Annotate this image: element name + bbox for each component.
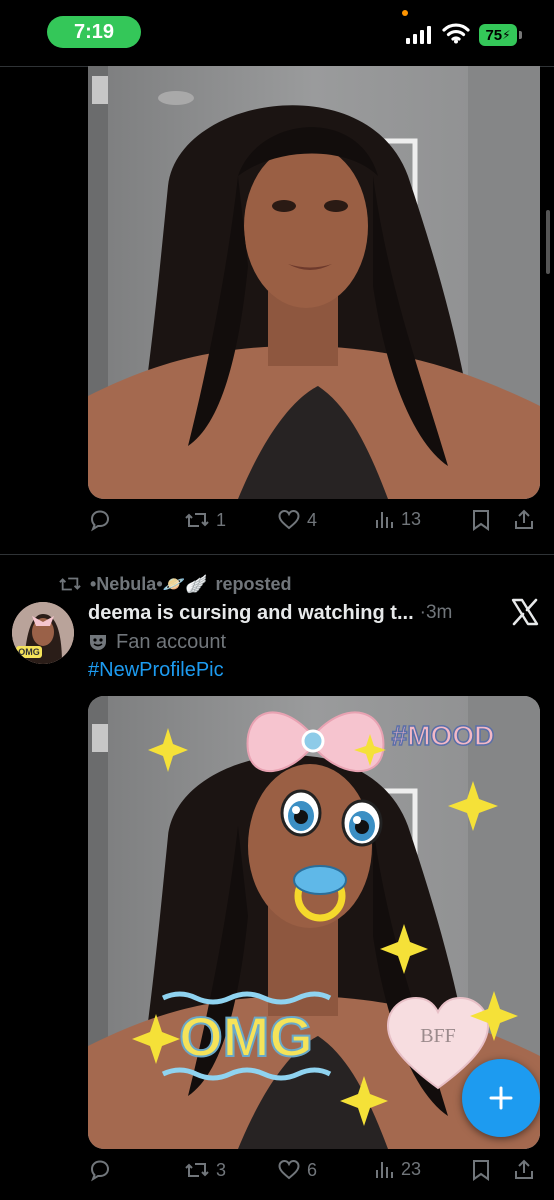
reply-icon bbox=[90, 510, 110, 532]
repost-button[interactable]: 3 bbox=[184, 1158, 226, 1182]
post-image-1[interactable] bbox=[88, 66, 540, 499]
views-chart-icon bbox=[376, 512, 393, 528]
reposter-name: •Nebula•🪐🪽 bbox=[90, 573, 208, 594]
repost-count: 1 bbox=[216, 509, 227, 530]
reply-icon bbox=[90, 1160, 110, 1182]
fan-account-label: Fan account bbox=[88, 628, 226, 656]
omg-sticker: OMG bbox=[179, 1005, 313, 1068]
battery-indicator: 75 ⚡ bbox=[479, 24, 517, 46]
theater-masks-icon bbox=[90, 635, 106, 650]
divider bbox=[0, 554, 554, 555]
share-icon bbox=[515, 1159, 533, 1179]
avatar[interactable]: OMG bbox=[12, 602, 74, 664]
like-count: 4 bbox=[307, 509, 318, 530]
repost-icon bbox=[185, 513, 209, 527]
cellular-signal-icon bbox=[406, 26, 431, 44]
post-actions-bar: 1 4 13 bbox=[88, 508, 540, 538]
hashtag-link[interactable]: #NewProfilePic bbox=[88, 656, 224, 684]
share-button[interactable] bbox=[512, 508, 536, 532]
post-actions-bar: 3 6 23 bbox=[88, 1158, 540, 1188]
reply-button[interactable] bbox=[88, 508, 118, 532]
privacy-indicator-dot bbox=[402, 10, 408, 16]
charging-bolt-icon: ⚡ bbox=[502, 28, 511, 42]
mood-sticker: #MOOD bbox=[392, 720, 495, 751]
avatar-image: OMG bbox=[12, 602, 74, 664]
battery-tip bbox=[519, 31, 522, 39]
heart-icon bbox=[278, 1159, 300, 1180]
bff-sticker: BFF bbox=[420, 1025, 456, 1047]
plus-icon bbox=[489, 1086, 513, 1110]
share-icon bbox=[515, 509, 533, 529]
x-logo-icon[interactable] bbox=[510, 597, 540, 627]
status-time[interactable]: 7:19 bbox=[47, 16, 141, 48]
views-chart-icon bbox=[376, 1162, 393, 1178]
like-button[interactable]: 4 bbox=[277, 508, 317, 532]
compose-post-button[interactable] bbox=[462, 1059, 540, 1137]
bookmark-button[interactable] bbox=[470, 508, 492, 532]
like-button[interactable]: 6 bbox=[277, 1158, 317, 1182]
heart-icon bbox=[278, 509, 300, 530]
views-button[interactable]: 13 bbox=[375, 508, 421, 530]
reply-button[interactable] bbox=[88, 1158, 118, 1182]
views-count: 23 bbox=[401, 1158, 422, 1179]
repost-icon bbox=[59, 577, 81, 591]
views-button[interactable]: 23 bbox=[375, 1158, 421, 1180]
status-bar: 7:19 75 ⚡ bbox=[0, 0, 554, 66]
views-count: 13 bbox=[401, 508, 422, 529]
scroll-indicator[interactable] bbox=[546, 210, 550, 274]
bookmark-button[interactable] bbox=[470, 1158, 492, 1182]
wifi-icon bbox=[442, 23, 470, 44]
author-display-name[interactable]: deema is cursing and watching t... bbox=[88, 602, 414, 625]
bookmark-icon bbox=[473, 510, 489, 531]
repost-label: reposted bbox=[215, 573, 292, 594]
like-count: 6 bbox=[307, 1159, 318, 1180]
post-timestamp[interactable]: ·3m bbox=[420, 602, 453, 624]
repost-button[interactable]: 1 bbox=[184, 508, 226, 532]
repost-icon bbox=[185, 1163, 209, 1177]
battery-level: 75 bbox=[485, 26, 503, 44]
avatar-sticker-text: OMG bbox=[18, 647, 40, 657]
bookmark-icon bbox=[473, 1160, 489, 1181]
share-button[interactable] bbox=[512, 1158, 536, 1182]
repost-count: 3 bbox=[216, 1159, 227, 1180]
post-author-line[interactable]: deema is cursing and watching t... ·3m bbox=[88, 598, 452, 628]
fan-account-text: Fan account bbox=[116, 630, 227, 653]
repost-context[interactable]: •Nebula•🪐🪽 reposted bbox=[58, 572, 291, 596]
photo-woman-selfie bbox=[88, 66, 540, 499]
